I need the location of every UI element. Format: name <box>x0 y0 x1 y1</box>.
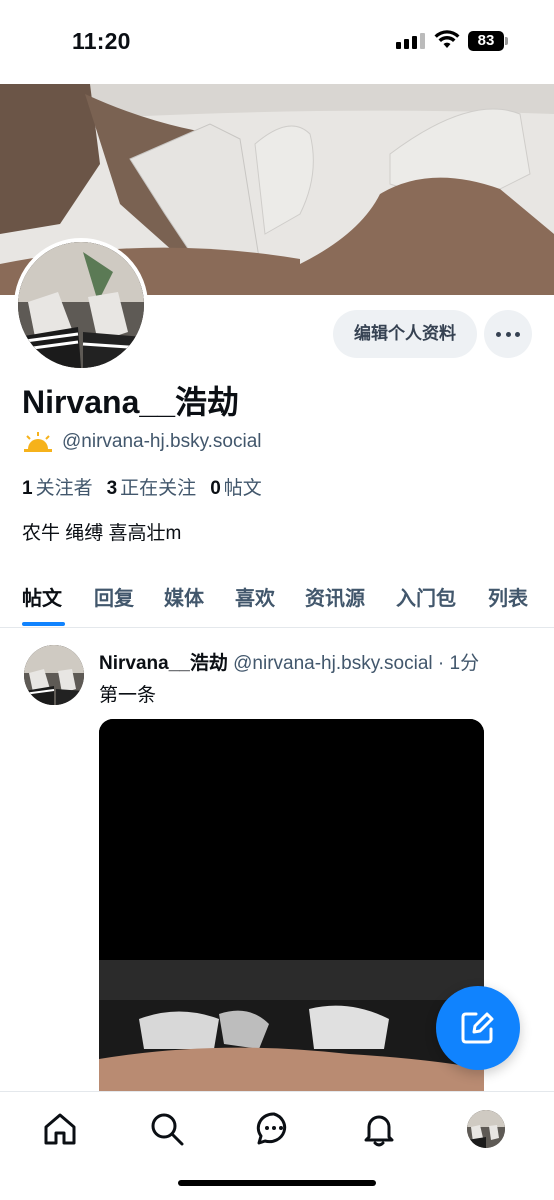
status-time: 11:20 <box>72 28 131 54</box>
profile-handle[interactable]: @nirvana-hj.bsky.social <box>62 431 262 453</box>
tab-media[interactable]: 媒体 <box>164 582 204 611</box>
tab-posts[interactable]: 帖文 <box>22 582 62 611</box>
followers-stat[interactable]: 1 关注者 <box>22 473 93 500</box>
post-text: 第一条 <box>99 685 157 706</box>
home-indicator <box>178 1180 376 1186</box>
battery-level: 83 <box>468 31 504 51</box>
more-options-button[interactable] <box>484 310 532 358</box>
bottom-navigation <box>0 1091 554 1200</box>
sunrise-icon <box>24 432 52 452</box>
posts-stat: 0 帖文 <box>210 478 262 499</box>
pencil-square-icon <box>461 1012 494 1044</box>
post-author-meta: @nirvana-hj.bsky.social · 1分 <box>233 653 480 674</box>
bell-icon[interactable] <box>360 1110 398 1148</box>
profile-bio: 农牛 绳缚 喜高壮m <box>22 523 182 544</box>
tab-replies[interactable]: 回复 <box>94 582 134 611</box>
profile-stats: 1 关注者 3 正在关注 0 帖文 <box>22 473 262 500</box>
tab-starter-packs[interactable]: 入门包 <box>396 582 456 611</box>
wifi-icon <box>434 30 460 48</box>
search-icon[interactable] <box>148 1110 186 1148</box>
profile-display-name: Nirvana__浩劫 <box>22 384 239 420</box>
status-bar: 11:20 83 <box>0 0 554 84</box>
compose-post-button[interactable] <box>436 986 520 1070</box>
chat-icon[interactable] <box>255 1110 293 1148</box>
post-author-avatar[interactable] <box>24 645 84 705</box>
edit-profile-button[interactable]: 编辑个人资料 <box>333 310 477 358</box>
home-icon[interactable] <box>41 1110 79 1148</box>
cellular-signal-icon <box>396 33 426 49</box>
tab-feeds[interactable]: 资讯源 <box>305 582 365 611</box>
battery-icon: 83 <box>468 31 508 51</box>
following-stat[interactable]: 3 正在关注 <box>107 473 197 500</box>
profile-tab-avatar[interactable] <box>467 1110 505 1148</box>
post-image[interactable] <box>99 719 484 1119</box>
profile-avatar[interactable] <box>14 238 148 372</box>
profile-tabs: 帖文 回复 媒体 喜欢 资讯源 入门包 列表 <box>0 572 554 628</box>
tab-likes[interactable]: 喜欢 <box>235 582 275 611</box>
handle-row: @nirvana-hj.bsky.social <box>22 428 262 456</box>
post-author-name[interactable]: Nirvana__浩劫 <box>99 653 228 674</box>
active-tab-indicator <box>22 622 65 626</box>
post-header: Nirvana__浩劫 @nirvana-hj.bsky.social · 1分 <box>99 648 539 675</box>
tab-lists[interactable]: 列表 <box>488 582 528 611</box>
